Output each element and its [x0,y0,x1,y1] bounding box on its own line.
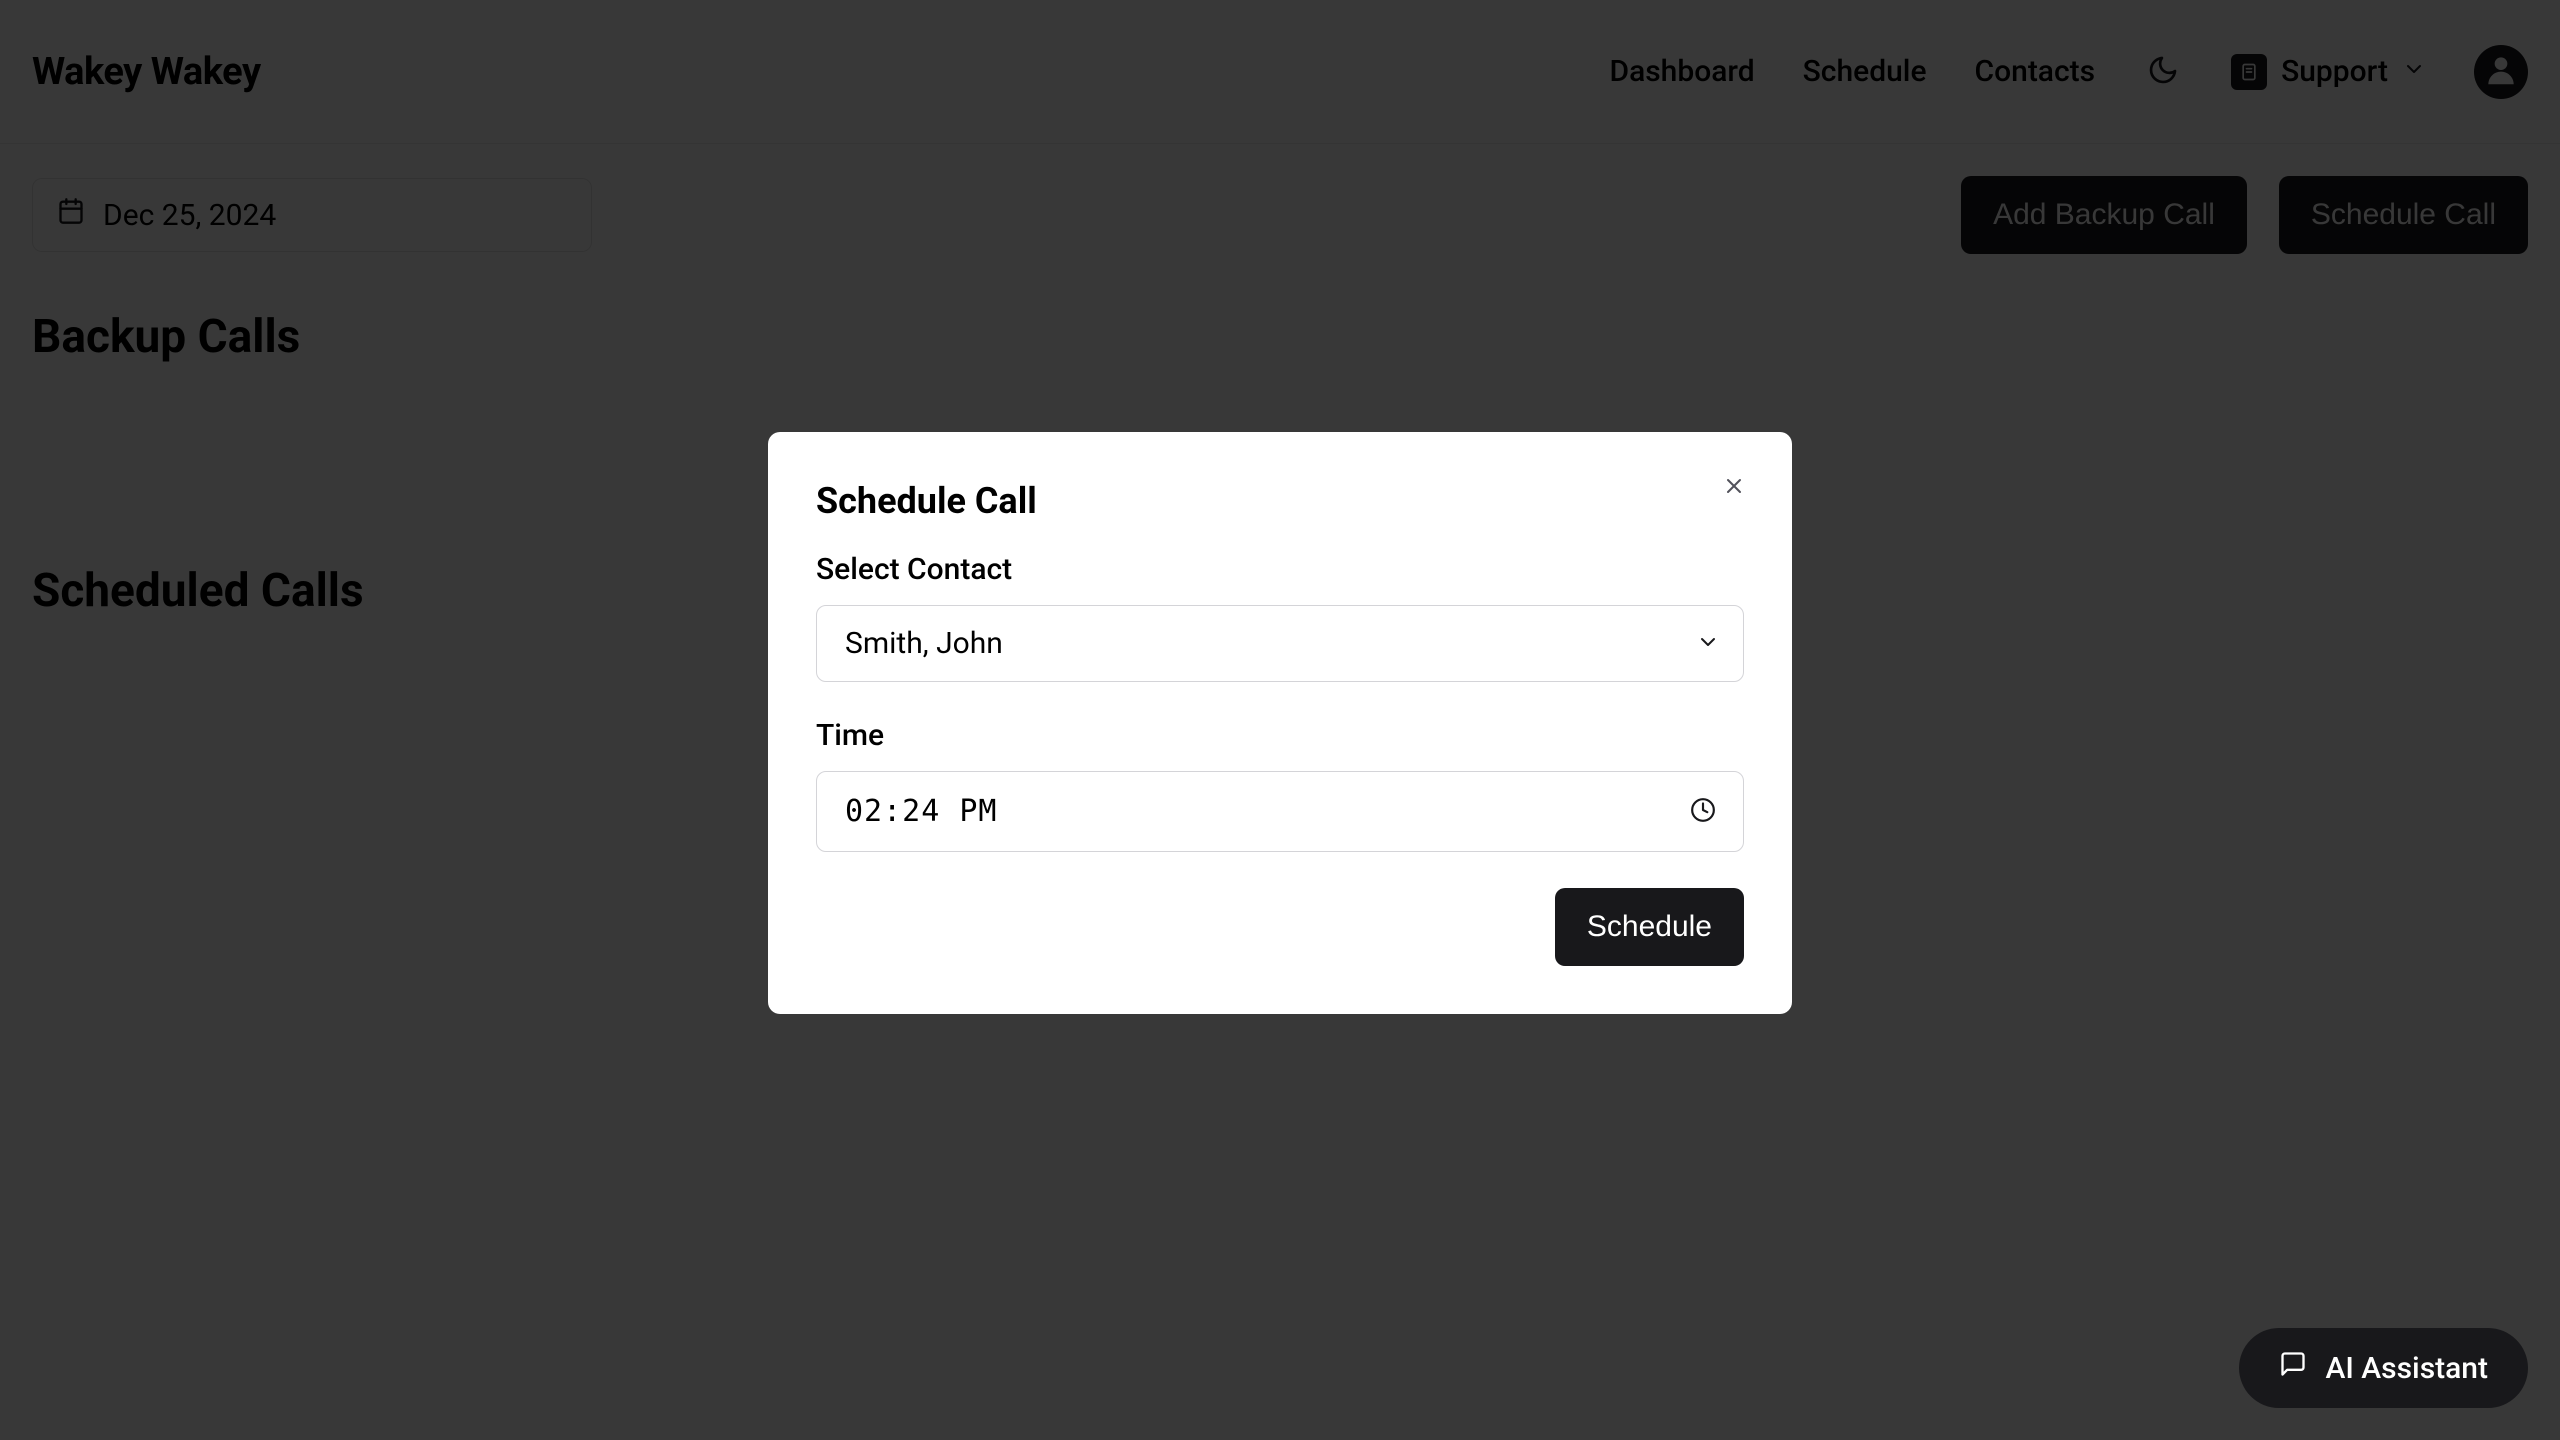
ai-assistant-label: AI Assistant [2325,1351,2488,1386]
time-label: Time [816,718,1744,753]
contact-select[interactable]: Smith, John [816,605,1744,682]
modal-title: Schedule Call [816,480,1744,522]
contact-label: Select Contact [816,552,1744,587]
modal-overlay[interactable]: Schedule Call Select Contact Smith, John… [0,0,2560,1440]
ai-assistant-button[interactable]: AI Assistant [2239,1328,2528,1408]
modal-footer: Schedule [816,888,1744,966]
modal-close-button[interactable] [1718,472,1750,504]
schedule-call-modal: Schedule Call Select Contact Smith, John… [768,432,1792,1014]
contact-select-wrap: Smith, John [816,605,1744,682]
time-input[interactable] [816,771,1744,852]
schedule-submit-button[interactable]: Schedule [1555,888,1744,966]
chat-icon [2279,1350,2307,1386]
close-icon [1722,474,1746,502]
time-input-wrap [816,771,1744,852]
